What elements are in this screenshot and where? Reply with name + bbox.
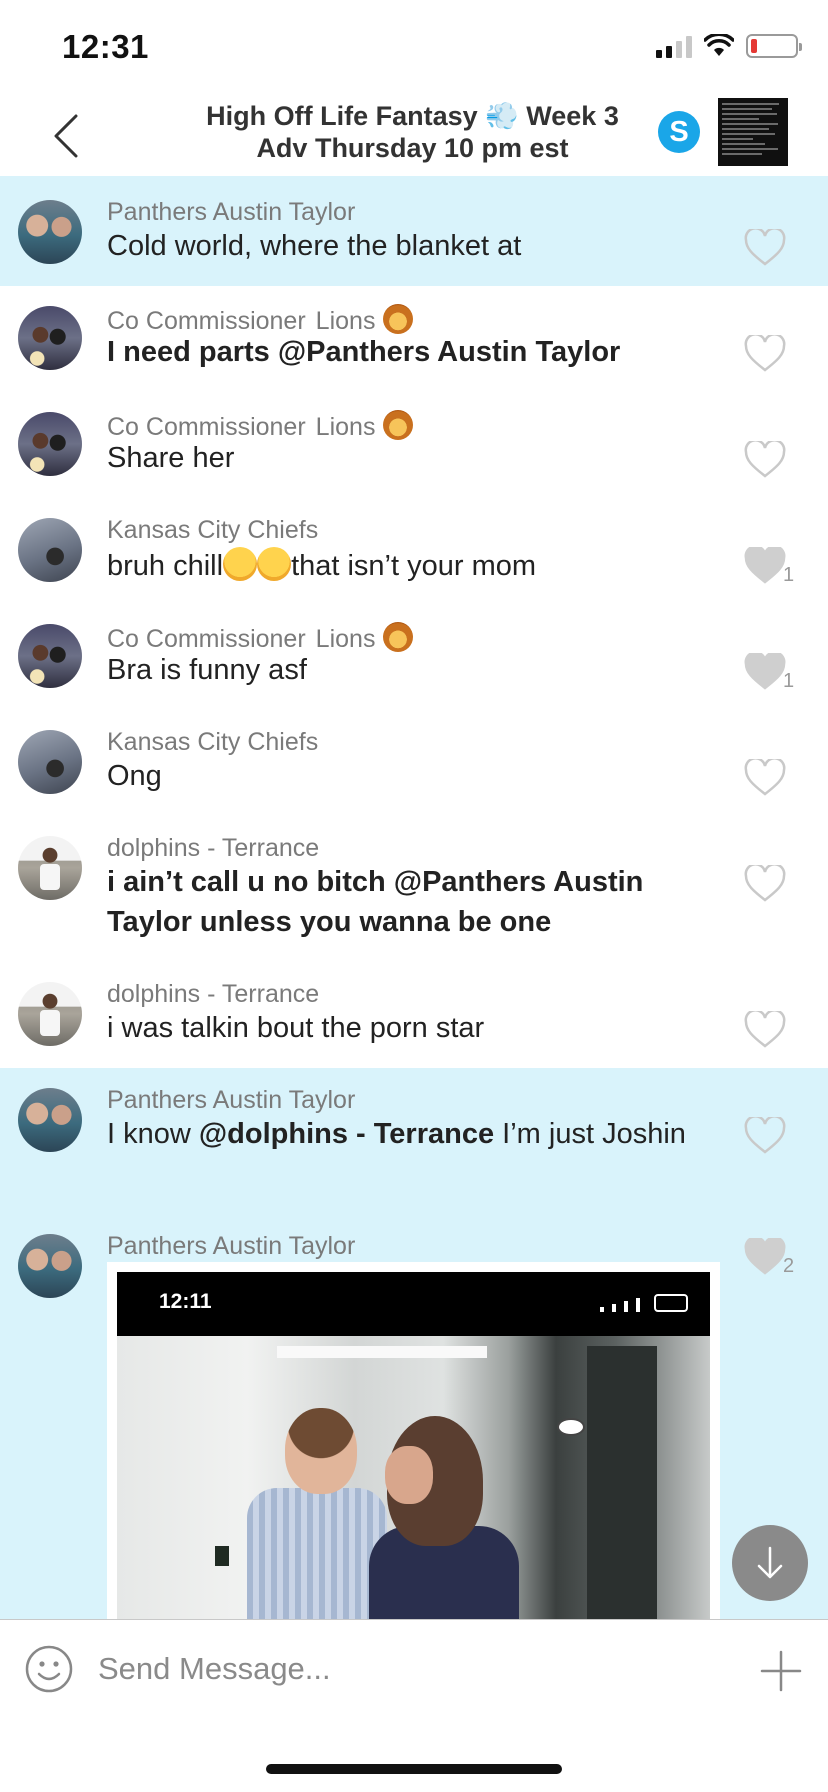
arrow-down-icon xyxy=(757,1546,783,1579)
heart-icon[interactable] xyxy=(744,335,786,373)
status-time: 12:31 xyxy=(62,28,149,65)
message-input[interactable] xyxy=(98,1644,718,1694)
text-segment: I’m just Joshin xyxy=(494,1118,686,1150)
heart-icon[interactable] xyxy=(744,229,786,267)
sender-name[interactable]: Kansas City Chiefs xyxy=(107,728,318,757)
sender-name[interactable]: dolphins - Terrance xyxy=(107,834,319,863)
skype-icon[interactable]: S xyxy=(658,111,700,153)
sender-name[interactable]: Kansas City Chiefs xyxy=(107,516,318,545)
message-text: i ain’t call u no bitch @Panthers Austin… xyxy=(107,866,644,938)
sender-name[interactable]: Panthers Austin Taylor xyxy=(107,198,355,227)
like-count: 2 xyxy=(783,1255,795,1277)
mention[interactable]: @dolphins - Terrance xyxy=(199,1118,494,1150)
avatar[interactable] xyxy=(18,200,82,264)
rofl-emoji-icon xyxy=(257,547,292,581)
message-item: Co Commissioner Lions I need parts @Panth… xyxy=(0,286,828,392)
home-indicator xyxy=(266,1764,562,1774)
group-avatar[interactable] xyxy=(718,98,788,166)
avatar[interactable] xyxy=(18,306,82,370)
embedded-time: 12:11 xyxy=(159,1290,212,1313)
message-item: Kansas City Chiefs bruh chill that isn’t … xyxy=(0,498,828,604)
message-text: bruh chill that isn’t your mom xyxy=(107,546,707,586)
like-count: 1 xyxy=(783,670,795,692)
message-composer xyxy=(0,1619,828,1792)
team-label: Lions xyxy=(315,307,376,335)
heart-icon[interactable] xyxy=(744,1117,786,1155)
rofl-emoji-icon xyxy=(223,547,258,581)
image-attachment[interactable]: 12:11 xyxy=(107,1262,720,1619)
message-text: Ong xyxy=(107,760,162,792)
heart-icon[interactable] xyxy=(744,759,786,797)
message-item: Co Commissioner Lions Bra is funny asf 1 xyxy=(0,604,828,710)
message-list[interactable]: Panthers Austin Taylor Cold world, where… xyxy=(0,176,828,1619)
message-text: I know @dolphins - Terrance I’m just Jos… xyxy=(107,1114,707,1154)
like-count: 1 xyxy=(783,564,795,586)
message-text: Share her xyxy=(107,442,235,474)
message-text: Bra is funny asf xyxy=(107,654,307,686)
avatar[interactable] xyxy=(18,624,82,688)
message-item: Panthers Austin Taylor Cold world, where… xyxy=(0,176,828,286)
heart-icon[interactable] xyxy=(744,441,786,479)
avatar[interactable] xyxy=(18,1234,82,1298)
chat-header: High Off Life Fantasy 💨 Week 3 Adv Thurs… xyxy=(0,96,828,176)
heart-icon[interactable] xyxy=(744,865,786,903)
lion-icon xyxy=(383,622,414,652)
message-item: Co Commissioner Lions Share her xyxy=(0,392,828,498)
plus-icon[interactable] xyxy=(758,1648,804,1694)
heart-icon[interactable] xyxy=(744,547,786,585)
text-segment: I know xyxy=(107,1118,199,1150)
avatar[interactable] xyxy=(18,982,82,1046)
message-item: dolphins - Terrance i was talkin bout th… xyxy=(0,962,828,1068)
scroll-to-bottom-button[interactable] xyxy=(732,1525,808,1601)
back-chevron-icon xyxy=(54,114,78,158)
group-title[interactable]: High Off Life Fantasy 💨 Week 3 Adv Thurs… xyxy=(195,100,630,164)
heart-icon[interactable] xyxy=(744,653,786,691)
text-segment: bruh chill xyxy=(107,550,224,582)
sender-label: Co Commissioner xyxy=(107,625,306,653)
message-text: I need parts @Panthers Austin Taylor xyxy=(107,336,621,368)
avatar[interactable] xyxy=(18,836,82,900)
lion-icon xyxy=(383,410,414,440)
avatar[interactable] xyxy=(18,730,82,794)
sender-label: Co Commissioner xyxy=(107,307,306,335)
status-icons xyxy=(656,34,802,58)
embedded-battery-icon xyxy=(654,1294,688,1312)
signal-icon xyxy=(656,34,692,58)
team-label: Lions xyxy=(315,625,376,653)
message-text: Cold world, where the blanket at xyxy=(107,230,522,262)
heart-icon[interactable] xyxy=(744,1238,786,1276)
sender-label: Co Commissioner xyxy=(107,413,306,441)
sender-name[interactable]: Panthers Austin Taylor xyxy=(107,1086,355,1115)
avatar[interactable] xyxy=(18,412,82,476)
photo xyxy=(117,1336,710,1619)
heart-icon[interactable] xyxy=(744,1011,786,1049)
back-button[interactable] xyxy=(44,108,88,164)
text-segment: that isn’t your mom xyxy=(291,550,537,582)
message-text: i was talkin bout the porn star xyxy=(107,1012,485,1044)
message-item: dolphins - Terrance i ain’t call u no bi… xyxy=(0,816,828,962)
sender-name[interactable]: dolphins - Terrance xyxy=(107,980,319,1009)
embedded-status-icons xyxy=(600,1294,688,1312)
team-label: Lions xyxy=(315,413,376,441)
wifi-icon xyxy=(704,34,734,56)
embedded-status-bar: 12:11 xyxy=(117,1272,710,1336)
avatar[interactable] xyxy=(18,518,82,582)
sender-name[interactable]: Panthers Austin Taylor xyxy=(107,1232,355,1261)
status-bar: 12:31 xyxy=(0,0,828,96)
smiley-icon[interactable] xyxy=(24,1644,74,1694)
lion-icon xyxy=(383,304,414,334)
battery-icon xyxy=(746,34,802,58)
message-item: Kansas City Chiefs Ong xyxy=(0,710,828,816)
avatar[interactable] xyxy=(18,1088,82,1152)
